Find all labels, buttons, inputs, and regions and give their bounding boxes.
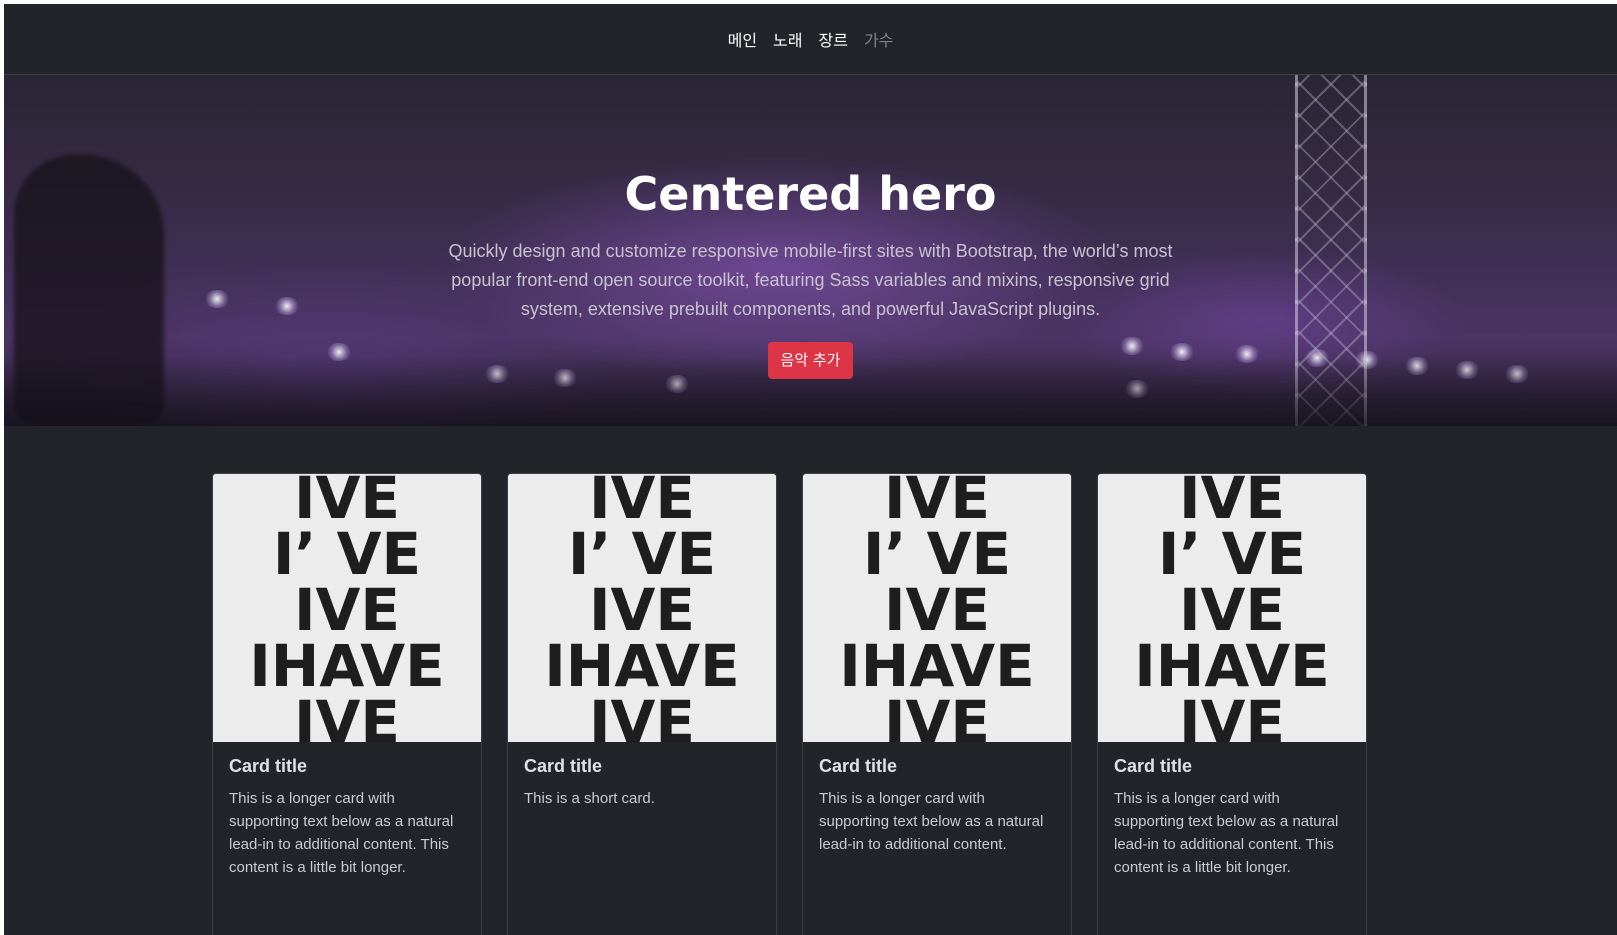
card-text: This is a longer card with supporting te…: [1114, 790, 1339, 876]
album-cover-art: IVE I’ VE IVE IHAVE IVE: [803, 474, 1071, 742]
card-grid: IVE I’ VE IVE IHAVE IVE Card title This …: [212, 473, 1367, 935]
nav-link-main[interactable]: 메인: [728, 27, 757, 51]
album-cover-art: IVE I’ VE IVE IHAVE IVE: [508, 474, 776, 742]
hero-lead-text: Quickly design and customize responsive …: [448, 241, 1173, 319]
hero-title: Centered hero: [624, 167, 997, 221]
browser-viewport: 메인 노래 장르 가수 Centered hero Quickly design…: [4, 4, 1617, 935]
card: IVE I’ VE IVE IHAVE IVE Card title This …: [802, 473, 1072, 935]
card-title: Card title: [819, 756, 898, 776]
album-text-line: IVE: [1179, 688, 1285, 742]
card-body: Card title This is a longer card with su…: [213, 742, 481, 893]
nav-link-genre[interactable]: 장르: [819, 27, 848, 51]
card-image-album-cover: IVE I’ VE IVE IHAVE IVE: [803, 474, 1071, 742]
card-title: Card title: [229, 756, 308, 776]
card-text: This is a longer card with supporting te…: [229, 790, 454, 876]
nav-link-songs[interactable]: 노래: [773, 27, 802, 51]
card-body: Card title This is a longer card with su…: [1098, 742, 1366, 893]
card-title: Card title: [1114, 756, 1193, 776]
album-text-line: IVE: [589, 688, 695, 742]
card: IVE I’ VE IVE IHAVE IVE Card title This …: [212, 473, 482, 935]
album-text-line: IVE: [294, 688, 400, 742]
card-text: This is a longer card with supporting te…: [819, 790, 1044, 853]
hero-section: Centered hero Quickly design and customi…: [4, 75, 1617, 426]
card-image-album-cover: IVE I’ VE IVE IHAVE IVE: [508, 474, 776, 742]
nav-link-artist[interactable]: 가수: [864, 27, 893, 51]
card-body: Card title This is a longer card with su…: [803, 742, 1071, 870]
hero-content: Centered hero Quickly design and customi…: [4, 75, 1617, 426]
card: IVE I’ VE IVE IHAVE IVE Card title This …: [507, 473, 777, 935]
top-navbar: 메인 노래 장르 가수: [4, 4, 1617, 75]
card-title: Card title: [524, 756, 603, 776]
card-image-album-cover: IVE I’ VE IVE IHAVE IVE: [213, 474, 481, 742]
album-text-line: IVE: [884, 688, 990, 742]
card-text: This is a short card.: [524, 790, 655, 807]
card: IVE I’ VE IVE IHAVE IVE Card title This …: [1097, 473, 1367, 935]
card-body: Card title This is a short card.: [508, 742, 776, 824]
album-cover-art: IVE I’ VE IVE IHAVE IVE: [1098, 474, 1366, 742]
card-image-album-cover: IVE I’ VE IVE IHAVE IVE: [1098, 474, 1366, 742]
add-music-button[interactable]: 음악 추가: [767, 342, 854, 379]
album-cover-art: IVE I’ VE IVE IHAVE IVE: [213, 474, 481, 742]
